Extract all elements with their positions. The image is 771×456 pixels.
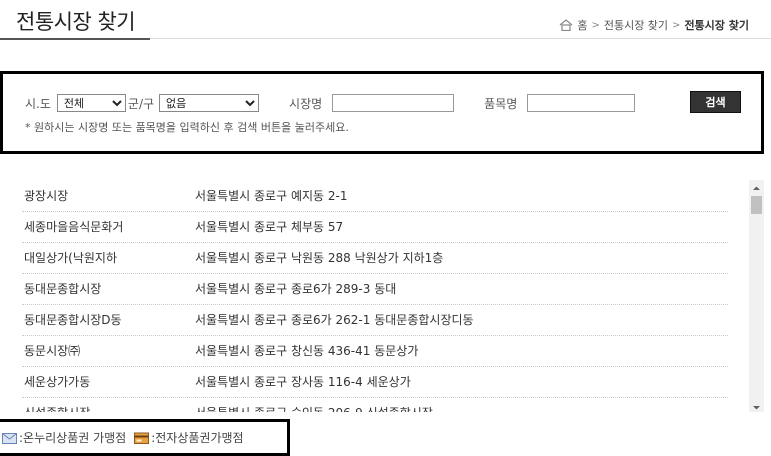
legend-onnuri-label: :온누리상품권 가맹점 (19, 431, 127, 445)
scroll-down-arrow-icon[interactable] (749, 399, 764, 412)
market-name[interactable]: 동문시장㈜ (24, 342, 80, 359)
scroll-thumb[interactable] (751, 196, 762, 214)
list-item[interactable]: 대일상가(낙원지하 서울특별시 종로구 낙원동 288 낙원상가 지하1층 (22, 242, 728, 274)
market-address: 서울특별시 종로구 종로6가 262-1 동대문종합시장디동 (195, 313, 474, 327)
market-name-input[interactable] (332, 94, 455, 112)
gungu-select[interactable]: 없음 (159, 94, 260, 112)
list-item[interactable]: 세운상가가동 서울특별시 종로구 장사동 116-4 세운상가 (22, 366, 728, 398)
breadcrumb-home[interactable]: 홈 (577, 17, 587, 33)
search-panel: 시.도 전체 군/구 없음 시장명 품목명 검색 * 원하시는 시장명 또는 품… (0, 71, 764, 154)
item-name-label: 품목명 (484, 96, 518, 111)
market-address: 서울특별시 종로구 숭인동 206-9 신설종합시장 (195, 404, 433, 412)
list-scrollbar[interactable] (749, 180, 764, 412)
breadcrumb-separator: > (672, 19, 681, 31)
breadcrumb-current: 전통시장 찾기 (684, 19, 749, 32)
item-name-input[interactable] (527, 94, 636, 112)
market-name[interactable]: 대일상가(낙원지하 (24, 249, 117, 266)
market-name[interactable]: 광장시장 (24, 187, 68, 204)
search-button[interactable]: 검색 (690, 91, 741, 113)
search-row: 시.도 전체 군/구 없음 시장명 품목명 (25, 94, 636, 112)
list-item[interactable]: 세종마을음식문화거 서울특별시 종로구 체부동 57 (22, 211, 728, 243)
list-item[interactable]: 광장시장 서울특별시 종로구 예지동 2-1 (22, 180, 728, 212)
breadcrumb-separator: > (591, 19, 600, 31)
market-address: 서울특별시 종로구 낙원동 288 낙원상가 지하1층 (195, 251, 444, 265)
list-item[interactable]: 동대문종합시장D동 서울특별시 종로구 종로6가 262-1 동대문종합시장디동 (22, 304, 728, 336)
market-name-label: 시장명 (289, 96, 323, 111)
market-address: 서울특별시 종로구 예지동 2-1 (195, 189, 348, 203)
header-divider (150, 38, 771, 39)
market-name[interactable]: 동대문종합시장 (24, 280, 101, 297)
list-item[interactable]: 신설종합시장 서울특별시 종로구 숭인동 206-9 신설종합시장 (22, 397, 728, 412)
title-underline (0, 38, 150, 40)
market-address: 서울특별시 종로구 장사동 116-4 세운상가 (195, 375, 411, 389)
envelope-icon (2, 432, 17, 444)
market-address: 서울특별시 종로구 체부동 57 (195, 220, 344, 234)
market-list: 광장시장 서울특별시 종로구 예지동 2-1 세종마을음식문화거 서울특별시 종… (0, 180, 764, 412)
page-title: 전통시장 찾기 (16, 10, 136, 34)
legend-electronic-label: :전자상품권가맹점 (151, 431, 244, 445)
sido-label: 시.도 (25, 96, 51, 111)
market-address: 서울특별시 종로구 창신동 436-41 동문상가 (195, 344, 419, 358)
breadcrumb-level1[interactable]: 전통시장 찾기 (604, 17, 668, 33)
market-name[interactable]: 세운상가가동 (24, 373, 90, 390)
market-address: 서울특별시 종로구 종로6가 289-3 동대 (195, 282, 397, 296)
sido-select[interactable]: 전체 (56, 94, 126, 112)
search-notice: * 원하시는 시장명 또는 품목명을 입력하신 후 검색 버튼을 눌러주세요. (25, 121, 349, 134)
breadcrumb: 홈 > 전통시장 찾기 > 전통시장 찾기 (559, 17, 749, 33)
scroll-up-arrow-icon[interactable] (749, 180, 764, 193)
list-item[interactable]: 동대문종합시장 서울특별시 종로구 종로6가 289-3 동대 (22, 273, 728, 305)
market-name[interactable]: 신설종합시장 (24, 404, 90, 412)
legend-electronic: :전자상품권가맹점 (134, 429, 244, 446)
card-icon (134, 432, 150, 444)
legend-onnuri: :온누리상품권 가맹점 (2, 429, 126, 446)
gungu-label: 군/구 (127, 96, 155, 111)
market-name[interactable]: 동대문종합시장D동 (24, 311, 122, 328)
home-icon[interactable] (559, 19, 573, 32)
list-item[interactable]: 동문시장㈜ 서울특별시 종로구 창신동 436-41 동문상가 (22, 335, 728, 367)
legend: :온누리상품권 가맹점 :전자상품권가맹점 (0, 419, 290, 456)
market-name[interactable]: 세종마을음식문화거 (24, 218, 123, 235)
